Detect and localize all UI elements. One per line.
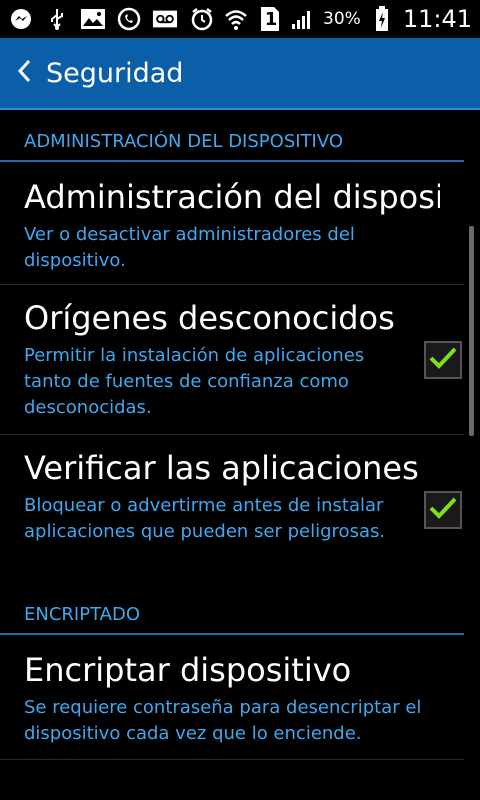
scrollbar[interactable] <box>469 226 474 436</box>
page-title: Seguridad <box>46 57 184 89</box>
unknown-sources-checkbox[interactable] <box>424 341 462 379</box>
list-item-unknown-sources[interactable]: Orígenes desconocidos Permitir la instal… <box>0 285 464 435</box>
item-subtitle: Permitir la instalación de aplicaciones … <box>24 345 365 418</box>
item-subtitle: Bloquear o advertirme antes de instalar … <box>24 495 386 542</box>
verify-apps-checkbox[interactable] <box>424 491 462 529</box>
alarm-icon <box>189 6 215 32</box>
list-item-device-administrators[interactable]: Administración del disposit.. Ver o desa… <box>0 162 464 285</box>
battery-percent: 30% <box>323 9 361 29</box>
whatsapp-icon <box>116 6 142 32</box>
checkmark-icon <box>428 345 458 375</box>
settings-list[interactable]: ADMINISTRACIÓN DEL DISPOSITIVO Administr… <box>0 110 480 800</box>
item-subtitle: Ver o desactivar administradores del dis… <box>24 224 355 271</box>
list-item-encrypt-device[interactable]: Encriptar dispositivo Se requiere contra… <box>0 635 464 760</box>
status-bar: 1 30% 11:41 <box>0 0 480 38</box>
app-bar: Seguridad <box>0 38 480 110</box>
image-icon <box>80 6 106 32</box>
checkmark-icon <box>428 495 458 525</box>
voicemail-icon <box>152 6 178 32</box>
clock: 11:41 <box>402 5 472 33</box>
item-title: Administración del disposit.. <box>24 178 440 216</box>
item-title: Encriptar dispositivo <box>24 651 352 689</box>
back-button[interactable] <box>4 37 44 109</box>
section-header-encryption: ENCRIPTADO <box>0 585 464 635</box>
signal-icon <box>289 6 315 32</box>
usb-icon <box>44 6 70 32</box>
sim-slot-label: 1 <box>264 8 278 30</box>
item-title: Orígenes desconocidos <box>24 299 395 337</box>
wifi-icon <box>223 6 249 32</box>
battery-icon <box>369 6 395 32</box>
list-item-verify-apps[interactable]: Verificar las aplicaciones Bloquear o ad… <box>0 435 464 585</box>
item-subtitle: Se requiere contraseña para desencriptar… <box>24 697 422 744</box>
messenger-icon <box>8 6 34 32</box>
chevron-left-icon <box>16 58 32 88</box>
item-title: Verificar las aplicaciones <box>24 449 419 487</box>
section-header-device-admin: ADMINISTRACIÓN DEL DISPOSITIVO <box>0 110 464 162</box>
